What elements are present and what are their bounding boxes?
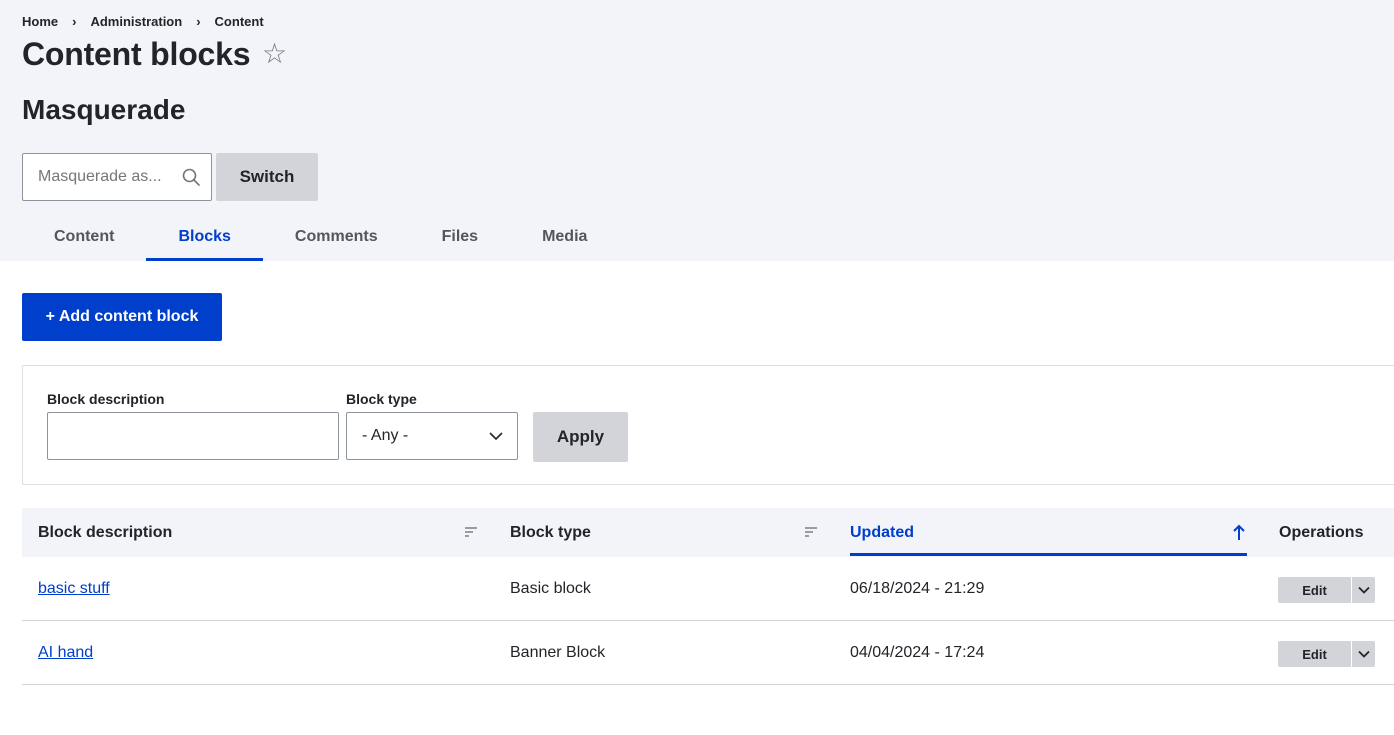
block-link[interactable]: basic stuff <box>38 580 110 598</box>
block-type-select[interactable]: - Any - <box>346 412 518 460</box>
cell-description: AI hand <box>38 621 93 685</box>
filter-form: Block description Block type - Any - App… <box>22 365 1394 485</box>
breadcrumb: Home › Administration › Content <box>22 14 264 29</box>
cell-updated: 06/18/2024 - 21:29 <box>850 580 985 597</box>
apply-filter-button[interactable]: Apply <box>533 412 628 462</box>
sorted-column-indicator <box>850 553 1247 556</box>
breadcrumb-separator: › <box>196 14 201 29</box>
breadcrumb-separator: › <box>72 14 77 29</box>
chevron-down-icon <box>489 432 503 441</box>
tab-comments[interactable]: Comments <box>263 212 410 261</box>
content-blocks-table: Block description Block type Updated Ope… <box>22 508 1394 685</box>
masquerade-title: Masquerade <box>22 94 186 125</box>
operations-toggle-button[interactable] <box>1351 641 1375 667</box>
cell-block-type: Banner Block <box>510 644 606 661</box>
tab-content[interactable]: Content <box>22 212 146 261</box>
block-type-filter-label: Block type <box>346 391 417 407</box>
header-operations: Operations <box>1279 523 1364 541</box>
arrow-up-icon[interactable] <box>1232 524 1246 541</box>
header-block-type[interactable]: Block type <box>510 508 591 557</box>
table-row: basic stuff Basic block 06/18/2024 - 21:… <box>22 557 1394 621</box>
breadcrumb-home[interactable]: Home <box>22 14 58 29</box>
block-description-filter-input[interactable] <box>47 412 339 460</box>
tab-files[interactable]: Files <box>410 212 510 261</box>
operations-dropbutton: Edit <box>1278 641 1375 667</box>
sort-icon[interactable] <box>805 527 817 537</box>
cell-block-type: Basic block <box>510 580 591 597</box>
header-updated[interactable]: Updated <box>850 508 914 557</box>
table-row: AI hand Banner Block 04/04/2024 - 17:24 … <box>22 621 1394 685</box>
block-type-selected-value: - Any - <box>362 427 409 444</box>
tab-blocks[interactable]: Blocks <box>146 212 264 261</box>
cell-updated: 04/04/2024 - 17:24 <box>850 644 985 661</box>
chevron-down-icon <box>1357 650 1370 658</box>
star-icon[interactable]: ☆ <box>262 40 287 68</box>
header-block-description[interactable]: Block description <box>38 508 172 557</box>
edit-button[interactable]: Edit <box>1278 577 1351 603</box>
sort-icon[interactable] <box>465 527 477 537</box>
operations-dropbutton: Edit <box>1278 577 1375 603</box>
breadcrumb-content[interactable]: Content <box>215 14 264 29</box>
edit-button[interactable]: Edit <box>1278 641 1351 667</box>
add-content-block-button[interactable]: + Add content block <box>22 293 222 341</box>
chevron-down-icon <box>1357 586 1370 594</box>
masquerade-input[interactable] <box>23 154 178 200</box>
page-title: Content blocks <box>22 36 251 72</box>
breadcrumb-administration[interactable]: Administration <box>90 14 182 29</box>
tab-media[interactable]: Media <box>510 212 619 261</box>
block-description-filter-label: Block description <box>47 391 165 407</box>
switch-button[interactable]: Switch <box>216 153 318 201</box>
masquerade-search-field <box>22 153 212 201</box>
table-header-row: Block description Block type Updated Ope… <box>22 508 1394 557</box>
block-link[interactable]: AI hand <box>38 644 93 662</box>
search-icon <box>182 168 200 186</box>
content-tabs: Content Blocks Comments Files Media <box>22 212 619 261</box>
operations-toggle-button[interactable] <box>1351 577 1375 603</box>
cell-description: basic stuff <box>38 557 110 621</box>
